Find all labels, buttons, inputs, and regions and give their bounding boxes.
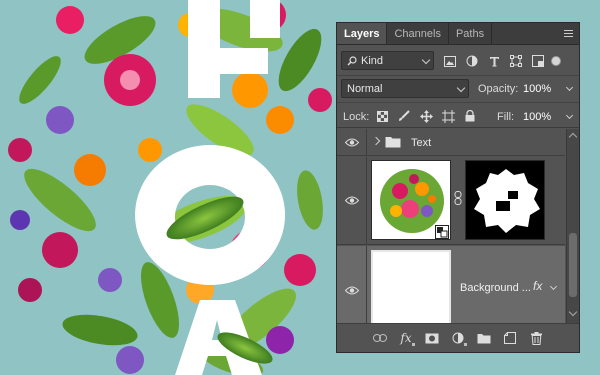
lock-transparent-pixels-icon[interactable] xyxy=(371,107,393,125)
tab-channels[interactable]: Channels xyxy=(387,23,447,44)
scroll-down-arrow-icon[interactable] xyxy=(568,307,578,317)
panel-tab-bar: Layers Channels Paths xyxy=(337,23,579,45)
layers-list: Text Background ... fx xyxy=(337,129,565,323)
add-mask-icon[interactable] xyxy=(419,327,445,349)
tab-layers[interactable]: Layers xyxy=(337,23,387,44)
image-filter-icon[interactable] xyxy=(439,52,461,70)
new-group-icon[interactable] xyxy=(471,327,497,349)
layer-name: Text xyxy=(411,137,432,149)
filter-kind-label: Kind xyxy=(361,54,384,67)
filter-row: Kind xyxy=(337,49,579,73)
smart-object-filter-icon[interactable] xyxy=(527,52,549,70)
adjustment-filter-icon[interactable] xyxy=(461,52,483,70)
expand-chevron-icon[interactable] xyxy=(371,136,381,146)
opacity-label: Opacity: xyxy=(478,83,519,95)
layers-panel: Layers Channels Paths Kind Normal Opacit… xyxy=(336,22,580,353)
lock-artboard-icon[interactable] xyxy=(437,107,459,125)
search-icon xyxy=(347,55,357,65)
layer-thumbnail[interactable] xyxy=(371,250,451,323)
blend-mode-value: Normal xyxy=(347,82,383,95)
opacity-field[interactable]: 100% xyxy=(523,83,551,95)
layer-row-text-group[interactable]: Text xyxy=(337,129,565,156)
lock-row: Lock: Fill: 100% xyxy=(337,102,579,128)
layer-effects-fx-icon[interactable]: fx xyxy=(533,279,542,293)
visibility-eye-icon[interactable] xyxy=(337,246,367,323)
new-fill-adjustment-icon[interactable] xyxy=(445,327,471,349)
fill-field[interactable]: 100% xyxy=(523,111,551,123)
layer-name: Background ... xyxy=(460,282,531,294)
mask-link-chain-icon[interactable] xyxy=(454,191,462,205)
blend-row: Normal Opacity: 100% xyxy=(337,75,579,99)
smart-object-badge-icon xyxy=(435,225,449,239)
folder-icon xyxy=(385,137,401,148)
tab-paths[interactable]: Paths xyxy=(449,23,491,44)
fill-label: Fill: xyxy=(497,111,515,123)
visibility-eye-icon[interactable] xyxy=(337,129,367,155)
visibility-eye-icon[interactable] xyxy=(337,157,367,244)
lock-all-icon[interactable] xyxy=(459,107,481,125)
panel-menu-icon[interactable] xyxy=(557,23,579,44)
scroll-up-arrow-icon[interactable] xyxy=(568,132,578,142)
new-layer-icon[interactable] xyxy=(497,327,523,349)
layers-panel-footer: fx xyxy=(337,323,579,352)
lock-position-icon[interactable] xyxy=(415,107,437,125)
opacity-slider-toggle[interactable] xyxy=(565,83,574,92)
layer-row-background[interactable]: Background ... fx xyxy=(337,246,565,323)
lock-image-pixels-icon[interactable] xyxy=(393,107,415,125)
delete-layer-icon[interactable] xyxy=(523,327,549,349)
type-filter-icon[interactable] xyxy=(483,52,505,70)
filter-kind-select[interactable]: Kind xyxy=(341,51,434,70)
lock-label: Lock: xyxy=(343,111,370,123)
add-style-icon[interactable]: fx xyxy=(393,327,419,349)
scroll-thumb[interactable] xyxy=(569,233,577,297)
shape-filter-icon[interactable] xyxy=(505,52,527,70)
effects-expand-chevron-icon[interactable] xyxy=(549,282,558,291)
blend-mode-select[interactable]: Normal xyxy=(341,79,469,98)
filter-toggle-icon[interactable] xyxy=(551,56,561,66)
layer-row-flowers[interactable] xyxy=(337,157,565,245)
fill-slider-toggle[interactable] xyxy=(565,111,574,120)
link-layers-icon[interactable] xyxy=(367,327,393,349)
layers-scrollbar[interactable] xyxy=(566,129,579,323)
layer-mask-thumbnail[interactable] xyxy=(465,160,545,240)
